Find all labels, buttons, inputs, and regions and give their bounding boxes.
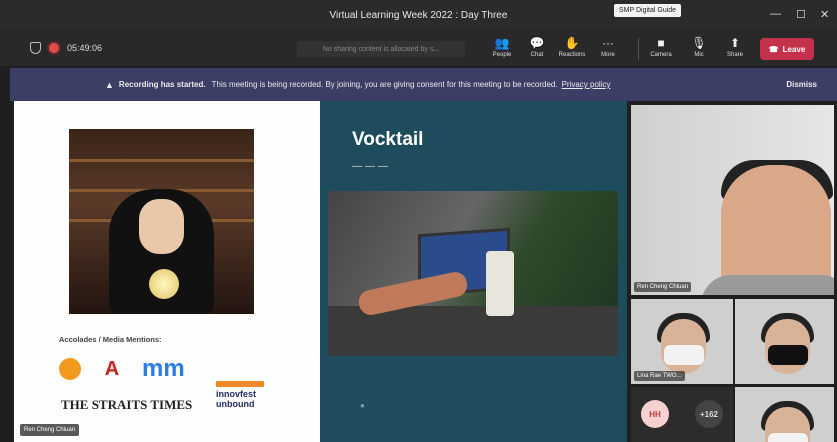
more-button[interactable]: ··· More	[593, 36, 623, 58]
participant-name: Ren Cheng Chiuan	[634, 282, 692, 292]
people-icon: 👥	[494, 36, 510, 50]
more-icon: ···	[602, 36, 614, 50]
media-logo-innovfest: innovfest unbound	[216, 381, 264, 409]
accolades-heading: Accolades / Media Mentions:	[59, 335, 162, 344]
participant-video-main[interactable]: Ren Cheng Chiuan	[631, 105, 834, 295]
tooltip: SMP Digital Guide	[614, 4, 682, 17]
leave-button[interactable]: ☎ Leave	[760, 38, 814, 60]
participant-video-4[interactable]	[735, 387, 834, 442]
straits-times-logo: THE STRAITS TIMES	[61, 397, 193, 412]
participant-overflow[interactable]: HH +162	[631, 387, 733, 442]
share-button[interactable]: ⬆ Share	[720, 36, 750, 58]
banner-bold: Recording has started.	[118, 80, 206, 89]
camera-button[interactable]: ■ Camera	[646, 36, 676, 58]
people-button[interactable]: 👥 People	[487, 36, 517, 58]
media-logo-mm: mm	[142, 355, 185, 382]
more-participants[interactable]: +162	[695, 400, 723, 428]
slide-divider: ———	[352, 161, 391, 172]
slide-caption: ●	[360, 401, 365, 410]
meeting-timer: 05:49:06	[67, 43, 103, 53]
share-icon: ⬆	[729, 36, 741, 50]
shield-icon[interactable]	[30, 42, 41, 54]
media-logo-cna: A	[104, 358, 120, 380]
chat-icon: 💬	[529, 36, 545, 50]
product-photo	[69, 129, 254, 314]
vocktail-photo	[328, 191, 618, 356]
window-title: Virtual Learning Week 2022 : Day Three	[329, 9, 508, 21]
minimize-icon[interactable]: —	[770, 8, 781, 20]
privacy-policy-link[interactable]: Privacy policy	[562, 80, 611, 89]
participant-avatar: HH	[641, 400, 669, 428]
share-status: No sharing content is allocated by s...	[297, 41, 465, 57]
mic-button[interactable]: 🎙 Mic	[684, 36, 714, 58]
chat-button[interactable]: 💬 Chat	[522, 36, 552, 58]
phone-icon: ☎	[768, 44, 779, 54]
camera-icon: ■	[657, 36, 665, 50]
participant-video-2[interactable]: Lina Rae TWO...	[631, 299, 733, 384]
reactions-button[interactable]: ✋ Reactions	[557, 36, 587, 58]
maximize-icon[interactable]: ☐	[796, 8, 806, 21]
recording-banner: ▲ Recording has started. This meeting is…	[10, 68, 837, 101]
close-icon[interactable]: ✕	[820, 8, 829, 21]
shared-slide-left: Accolades / Media Mentions: A mm innovfe…	[14, 101, 320, 442]
participant-name: Lina Rae TWO...	[634, 371, 685, 381]
recording-icon	[49, 43, 59, 53]
shared-slide-main: Vocktail ——— ●	[320, 101, 627, 442]
mic-icon: 🎙	[691, 36, 707, 50]
banner-text: This meeting is being recorded. By joini…	[211, 80, 558, 89]
slide-title: Vocktail	[352, 129, 424, 150]
dismiss-button[interactable]: Dismiss	[786, 80, 817, 89]
participant-video-3[interactable]	[735, 299, 834, 384]
media-logo-orange	[59, 358, 81, 380]
reactions-icon: ✋	[564, 36, 580, 50]
title-bar: Virtual Learning Week 2022 : Day Three	[0, 0, 837, 30]
toolbar-divider	[638, 38, 639, 60]
presenter-name-tag: Ren Cheng Chiuan	[20, 424, 80, 436]
warning-icon: ▲	[105, 79, 114, 90]
